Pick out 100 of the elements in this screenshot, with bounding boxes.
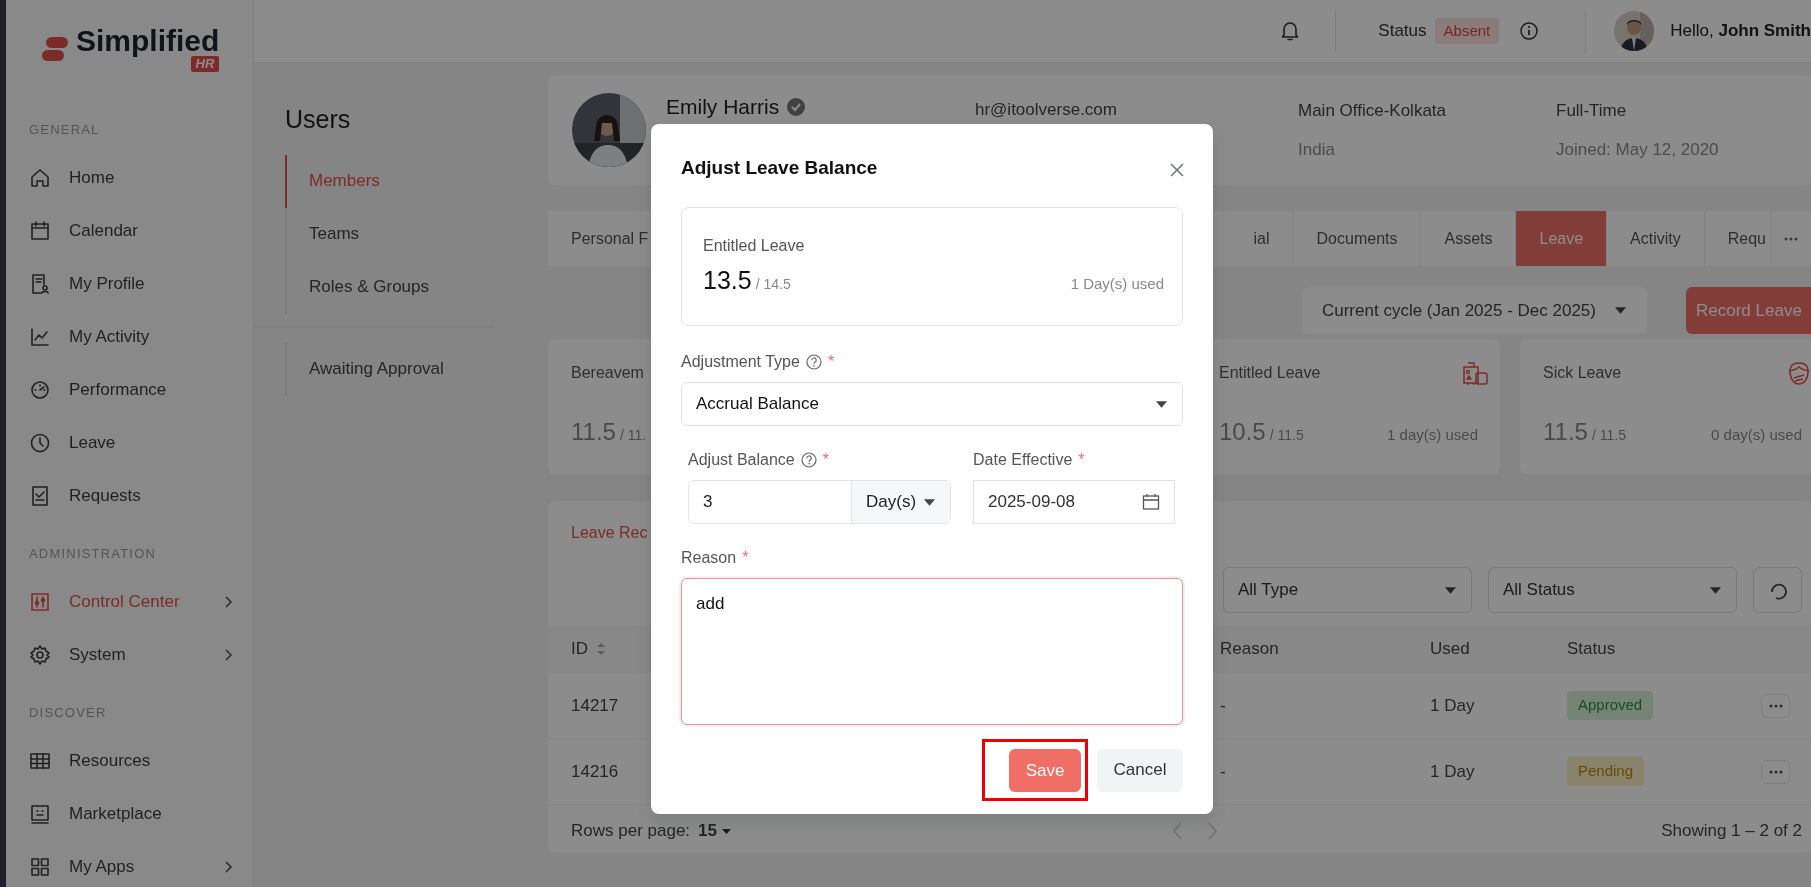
sidebar-item-label: Requests xyxy=(69,484,142,507)
tab[interactable]: Leave xyxy=(1516,211,1608,266)
help-icon[interactable] xyxy=(800,452,817,468)
table-cell-text: - xyxy=(1220,694,1226,717)
sidebar-item[interactable]: Marketplace xyxy=(29,787,253,840)
status-badge: Approved xyxy=(1567,691,1654,720)
leave-type: Bereavem xyxy=(571,363,644,383)
caret-icon xyxy=(1444,585,1457,595)
leave-balance: 10.5 xyxy=(1219,417,1266,447)
sidebar-item-label: Marketplace xyxy=(69,802,163,825)
leave-total: / 11.5 xyxy=(1591,426,1626,445)
balance-value: 13.5 xyxy=(703,264,752,296)
nav-link[interactable]: Teams xyxy=(285,207,548,261)
dialog-title: Adjust Leave Balance xyxy=(681,156,878,180)
sliders-icon xyxy=(29,590,51,613)
used-text: 1 day(s) used xyxy=(1387,425,1478,445)
column-header: Reason xyxy=(1220,638,1279,661)
pagination-summary: Showing 1 – 2 of 2 xyxy=(1661,820,1802,843)
date-field[interactable]: 2025-09-08 xyxy=(973,480,1175,524)
nav-link[interactable]: Roles & Groups xyxy=(285,260,548,314)
required-mark: * xyxy=(1078,450,1085,470)
more-icon xyxy=(1768,769,1783,774)
filter-dropdown[interactable]: All Type xyxy=(1223,567,1472,613)
refresh-button[interactable] xyxy=(1753,567,1802,613)
rows-per-page-select[interactable]: 15 xyxy=(698,818,732,844)
sidebar-item[interactable]: Control Center xyxy=(29,575,253,628)
close-icon xyxy=(1169,161,1185,178)
sidebar-item[interactable]: My Profile xyxy=(29,257,253,310)
sidebar-item[interactable]: Home xyxy=(29,151,253,204)
sidebar-item[interactable]: System xyxy=(29,628,253,681)
sidebar-item-label: My Profile xyxy=(69,272,146,295)
leave-type: Entitled Leave xyxy=(1219,363,1321,383)
cycle-text: Current cycle (Jan 2025 - Dec 2025) xyxy=(1321,299,1596,322)
nav-link[interactable]: Awaiting Approval xyxy=(285,342,548,396)
email-text: hr@itoolverse.com xyxy=(975,99,1118,121)
date-value: 2025-09-08 xyxy=(988,491,1075,514)
select-value: Accrual Balance xyxy=(696,393,819,416)
cancel-button[interactable]: Cancel xyxy=(1097,748,1183,792)
employment-text: Full-Time xyxy=(1556,99,1628,122)
field-label: Date Effective xyxy=(973,450,1073,470)
tab[interactable]: Requ xyxy=(1704,211,1770,266)
table-cell-text: 14217 xyxy=(571,694,619,717)
used-text: 1 Day(s) used xyxy=(1070,273,1164,294)
status-label: Status xyxy=(1378,20,1427,43)
table-cell-text: 1 Day xyxy=(1430,760,1475,783)
tab[interactable]: Documents xyxy=(1293,211,1422,266)
office-text: Main Office-Kolkata xyxy=(1298,99,1448,122)
sidebar-item-label: My Apps xyxy=(69,855,136,878)
home-icon xyxy=(29,166,51,189)
balance-total: / 14.5 xyxy=(755,274,791,294)
sort-icon[interactable] xyxy=(596,642,606,656)
field-label: Adjustment Type xyxy=(681,352,800,372)
status-badge: Absent xyxy=(1434,17,1500,45)
summary-title: Entitled Leave xyxy=(703,235,806,256)
sidebar-item[interactable]: Requests xyxy=(29,469,253,522)
country-text: India xyxy=(1298,139,1336,161)
adjustment-type-select[interactable]: Accrual Balance xyxy=(681,382,1183,426)
used-text: 0 day(s) used xyxy=(1711,425,1802,445)
chevron-icon xyxy=(224,648,233,661)
rows-per-page-label: Rows per page: xyxy=(571,820,691,843)
tab[interactable]: ial xyxy=(1230,211,1294,266)
sidebar-item-label: Calendar xyxy=(69,219,139,242)
rows-per-page-value: 15 xyxy=(698,820,717,843)
greeting: Hello, John Smith xyxy=(1670,20,1811,43)
sidebar-item-label: System xyxy=(69,643,127,666)
sidebar-item[interactable]: Resources xyxy=(29,734,253,787)
gauge-icon xyxy=(29,378,51,401)
required-mark: * xyxy=(827,352,835,372)
sidebar-item-label: Leave xyxy=(69,431,117,454)
page-title: Users xyxy=(285,104,352,135)
sidebar-item[interactable]: Performance xyxy=(29,363,253,416)
leave-total: / 11.5 xyxy=(1269,426,1304,445)
sidebar-item-label: Home xyxy=(69,166,116,189)
reason-textarea[interactable]: add xyxy=(681,578,1183,725)
sidebar-item[interactable]: Leave xyxy=(29,416,253,469)
leave-total: / 11. xyxy=(619,426,647,445)
table-cell-text: - xyxy=(1220,760,1226,783)
sidebar-item[interactable]: My Apps xyxy=(29,840,253,887)
more-icon xyxy=(1768,703,1783,708)
sidebar-item[interactable]: My Activity xyxy=(29,310,253,363)
cycle-dropdown[interactable]: Current cycle (Jan 2025 - Dec 2025) xyxy=(1301,287,1647,334)
leave-type: Sick Leave xyxy=(1543,363,1622,383)
filter-dropdown[interactable]: All Status xyxy=(1488,567,1737,613)
leave-balance: 11.5 xyxy=(1543,417,1588,447)
sidebar-item-label: Performance xyxy=(69,378,168,401)
profile-icon xyxy=(29,272,51,295)
sidebar-item-label: My Activity xyxy=(69,325,151,348)
calendar-icon[interactable] xyxy=(1142,493,1160,511)
status-badge: Pending xyxy=(1567,757,1645,786)
logo-tag: HR xyxy=(190,56,220,72)
sidebar-item[interactable]: Calendar xyxy=(29,204,253,257)
help-icon[interactable] xyxy=(805,354,822,370)
joined-text: Joined: May 12, 2020 xyxy=(1556,139,1719,161)
required-mark: * xyxy=(742,548,749,568)
info-icon[interactable] xyxy=(1519,21,1540,41)
record-leave-button[interactable]: Record Leave xyxy=(1686,287,1811,334)
sidebar-item-label: Control Center xyxy=(69,590,181,613)
caret-icon xyxy=(721,827,732,835)
save-button[interactable]: Save xyxy=(1009,749,1081,792)
tab[interactable]: Activity xyxy=(1607,211,1705,266)
